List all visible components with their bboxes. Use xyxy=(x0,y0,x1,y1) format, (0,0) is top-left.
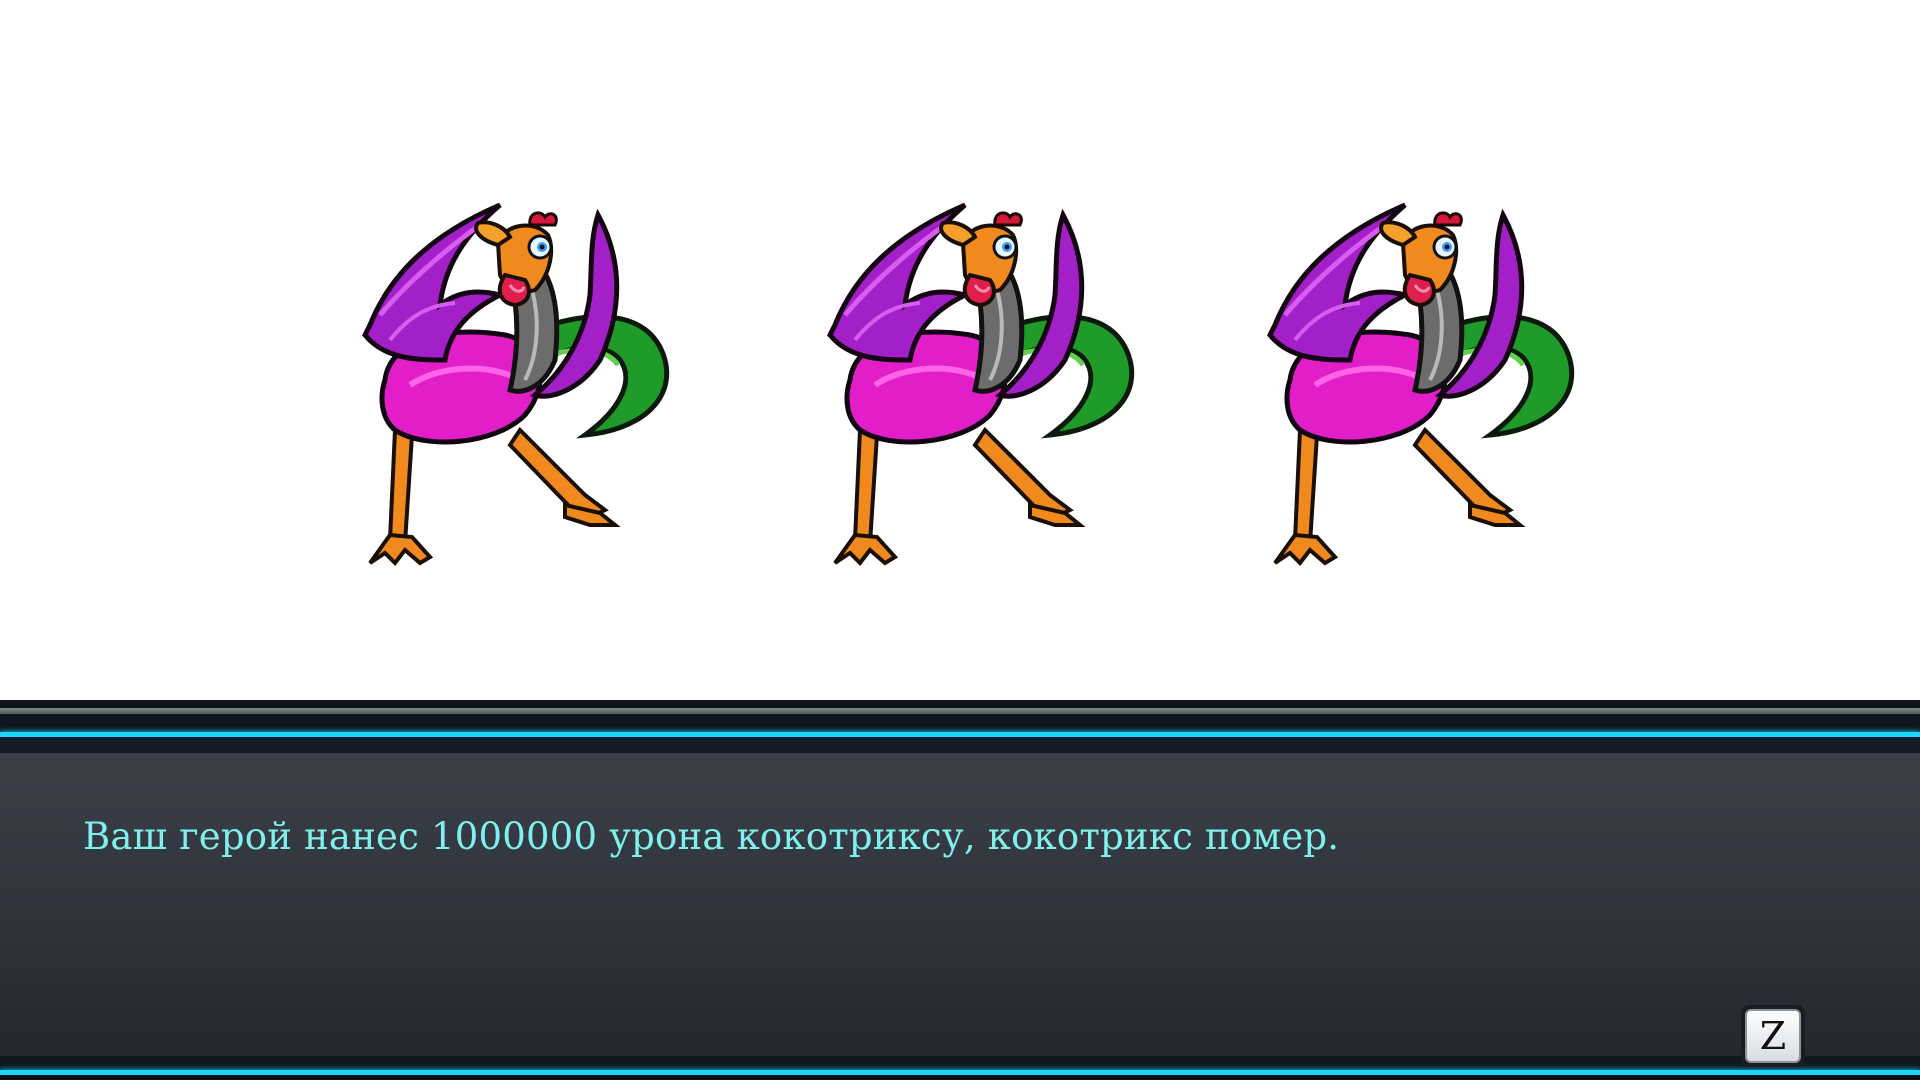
cockatrice-sprite xyxy=(815,195,1155,595)
enemy-cockatrice-2[interactable] xyxy=(815,195,1155,595)
frame-border xyxy=(0,1075,1920,1080)
cockatrice-sprite xyxy=(350,195,690,595)
frame-border xyxy=(0,1056,1920,1070)
z-key-icon: Z xyxy=(1745,1009,1801,1063)
battle-stage xyxy=(0,0,1920,700)
battle-message-box: Ваш герой нанес 1000000 урона кокотриксу… xyxy=(0,700,1920,1080)
frame-border xyxy=(0,737,1920,753)
message-panel xyxy=(0,753,1920,1056)
cockatrice-sprite xyxy=(1255,195,1595,595)
enemy-cockatrice-1[interactable] xyxy=(350,195,690,595)
battle-message-text: Ваш герой нанес 1000000 урона кокотриксу… xyxy=(83,815,1340,858)
frame-border xyxy=(0,700,1920,708)
frame-border xyxy=(0,714,1920,732)
enemy-cockatrice-3[interactable] xyxy=(1255,195,1595,595)
confirm-key-button[interactable]: Z xyxy=(1741,1005,1805,1067)
